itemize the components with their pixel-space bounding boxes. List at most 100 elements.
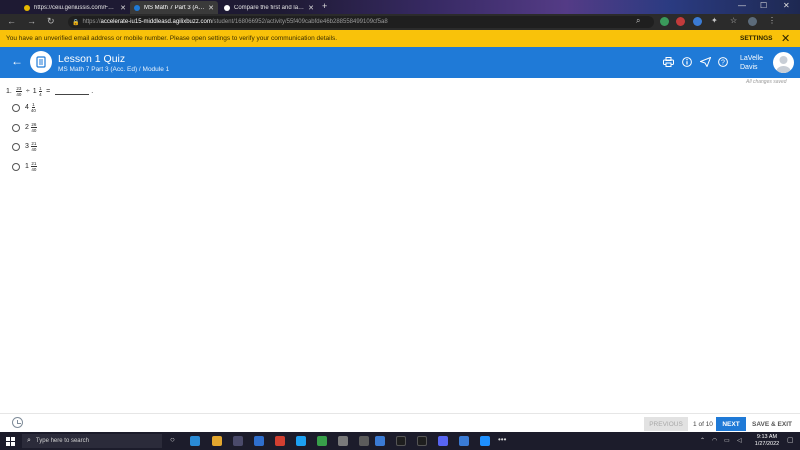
radio-button[interactable] — [12, 162, 20, 171]
answer-choice-2[interactable]: 2 26 40 — [12, 122, 38, 133]
equals-sign: = — [46, 88, 51, 95]
extension-icon[interactable] — [693, 17, 702, 26]
taskbar-time[interactable]: 9:13 AM — [752, 434, 782, 440]
menu-icon[interactable]: ⋮ — [768, 16, 776, 25]
zoom-icon[interactable]: ⌕ — [636, 16, 640, 26]
avatar[interactable] — [773, 52, 794, 73]
app-icon[interactable] — [459, 436, 469, 446]
profile-icon[interactable] — [748, 17, 757, 26]
choice-fraction: 26 40 — [30, 122, 37, 133]
browser-back-icon[interactable]: ← — [7, 16, 16, 26]
quiz-footer: PREVIOUS 1 of 10 NEXT SAVE & EXIT — [0, 413, 800, 432]
system-tray-chevron-icon[interactable]: ⌃ — [700, 437, 705, 444]
close-tab-icon[interactable]: ✕ — [308, 4, 314, 12]
taskbar-date[interactable]: 1/27/2022 — [752, 441, 782, 447]
tab-label: MS Math 7 Part 3 (Acc. Ed) - Acti — [144, 4, 206, 11]
next-button[interactable]: NEXT — [716, 417, 746, 431]
question-number: 1. — [6, 88, 12, 95]
back-arrow-icon[interactable]: ← — [11, 54, 23, 68]
windows-taskbar: ⌕ Type here to search ○ ••• ⌃ ◠ ▭ ◁ 9:13… — [0, 432, 800, 450]
notifications-icon[interactable]: ▢ — [787, 436, 794, 444]
taskbar-search-input[interactable]: ⌕ Type here to search — [22, 434, 162, 448]
radio-button[interactable] — [12, 142, 20, 151]
fraction-denominator: 4 — [39, 92, 42, 97]
extension-icon[interactable] — [660, 17, 669, 26]
office-icon[interactable] — [275, 436, 285, 446]
print-icon[interactable] — [663, 57, 674, 70]
minimize-icon[interactable]: — — [738, 1, 746, 10]
answer-blank — [55, 89, 90, 95]
info-icon[interactable] — [682, 57, 692, 70]
browser-tab-geniussis[interactable]: https://ceiu.geniussis.com/FEDiv ✕ — [20, 1, 130, 14]
choice-whole: 3 — [25, 143, 29, 150]
fraction-denominator: 40 — [16, 92, 22, 97]
choice-fraction: 21 40 — [30, 161, 37, 172]
close-window-icon[interactable]: ✕ — [783, 1, 790, 10]
battery-icon[interactable]: ▭ — [724, 437, 730, 444]
close-tab-icon[interactable]: ✕ — [120, 4, 126, 12]
discord-icon[interactable] — [438, 436, 448, 446]
settings-link[interactable]: SETTINGS — [740, 35, 773, 42]
mail-icon[interactable] — [254, 436, 264, 446]
lesson-icon — [30, 51, 52, 73]
file-explorer-icon[interactable] — [212, 436, 222, 446]
network-icon[interactable]: ◠ — [712, 437, 717, 444]
edge-icon[interactable] — [190, 436, 200, 446]
answer-choice-1[interactable]: 4 1 40 — [12, 102, 37, 113]
browser-forward-icon[interactable]: → — [27, 16, 36, 26]
tab-label: https://ceiu.geniussis.com/FEDiv — [34, 4, 118, 11]
url-host: accelerate-iu15-middleasd.agilixbuzz.com — [100, 19, 212, 25]
extension-icon[interactable] — [676, 17, 685, 26]
previous-button[interactable]: PREVIOUS — [644, 417, 688, 431]
choice-fraction: 1 40 — [31, 102, 36, 113]
puzzle-icon[interactable]: ✦ — [711, 16, 718, 25]
answer-choice-4[interactable]: 1 21 40 — [12, 161, 38, 172]
document-favicon-icon — [224, 4, 230, 11]
app-icon[interactable] — [359, 436, 369, 446]
location-pin-icon — [24, 4, 30, 11]
agilix-favicon-icon — [134, 4, 140, 11]
reload-icon[interactable]: ↻ — [47, 16, 55, 27]
fraction-denominator: 40 — [31, 128, 37, 133]
app-icon[interactable] — [338, 436, 348, 446]
windows-start-icon[interactable] — [6, 437, 15, 446]
close-tab-icon[interactable]: ✕ — [208, 4, 214, 12]
address-bar[interactable]: 🔒 https:// accelerate-iu15-middleasd.agi… — [68, 16, 654, 28]
cortana-icon[interactable]: ○ — [170, 435, 175, 444]
app-icon[interactable] — [296, 436, 306, 446]
breadcrumb[interactable]: MS Math 7 Part 3 (Acc. Ed) / Module 1 — [58, 66, 169, 73]
send-icon[interactable] — [699, 56, 712, 70]
mixed-number-whole: 1 — [32, 88, 37, 95]
store-icon[interactable] — [233, 436, 243, 446]
url-path: /student/168066952/activity/55f409cabfde… — [211, 19, 388, 25]
user-first-name: LaVelle — [740, 55, 763, 62]
app-icon[interactable] — [480, 436, 490, 446]
help-icon[interactable]: ? — [718, 57, 728, 70]
lock-icon: 🔒 — [72, 19, 80, 26]
minecraft-icon[interactable] — [317, 436, 327, 446]
banner-message: You have an unverified email address or … — [6, 35, 338, 42]
maximize-icon[interactable]: ☐ — [760, 1, 767, 10]
close-banner-icon[interactable]: ✕ — [781, 32, 790, 45]
more-icon[interactable]: ••• — [498, 435, 506, 444]
radio-button[interactable] — [12, 103, 20, 112]
radio-button[interactable] — [12, 123, 20, 132]
page-count: 1 of 10 — [693, 420, 713, 428]
save-and-exit-button[interactable]: SAVE & EXIT — [750, 417, 794, 431]
notification-banner: You have an unverified email address or … — [0, 30, 800, 47]
fraction-denominator: 40 — [30, 108, 36, 113]
dividend-fraction: 23 40 — [15, 86, 22, 97]
app-icon[interactable] — [417, 436, 427, 446]
browser-tab-agilix[interactable]: MS Math 7 Part 3 (Acc. Ed) - Acti ✕ — [130, 1, 218, 14]
volume-icon[interactable]: ◁ — [737, 437, 742, 444]
favorites-icon[interactable]: ☆ — [730, 16, 737, 25]
clock-icon[interactable] — [12, 417, 23, 428]
answer-choice-3[interactable]: 3 21 40 — [12, 141, 38, 152]
new-tab-button[interactable]: + — [322, 1, 327, 11]
browser-toolbar: ← → ↻ 🔒 https:// accelerate-iu15-middlea… — [0, 14, 800, 30]
app-icon[interactable] — [396, 436, 406, 446]
question-prompt: 1. 23 40 ÷ 1 1 4 = . — [6, 86, 93, 97]
save-status: All changes saved — [746, 79, 787, 85]
app-icon[interactable] — [375, 436, 385, 446]
browser-tab-compare[interactable]: Compare the first and last versi ✕ — [220, 1, 318, 14]
